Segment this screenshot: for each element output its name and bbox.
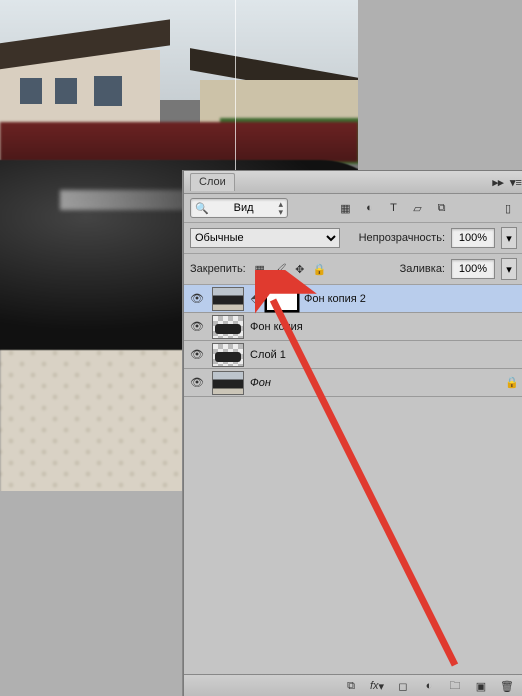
chevron-updown-icon: ▴▾ [278, 200, 283, 216]
panel-header: Слои ▸▸ ▾≡ [184, 171, 522, 194]
collapse-icon[interactable]: ▸▸ [491, 175, 505, 189]
adjustment-layer-icon[interactable]: ◐ [421, 678, 437, 694]
opacity-label: Непрозрачность: [359, 232, 445, 244]
layer-thumbnail[interactable] [212, 287, 244, 311]
filter-type-icon[interactable]: T [385, 199, 403, 217]
visibility-icon[interactable]: 👁 [188, 348, 206, 361]
layers-list: 👁 ⬘ Фон копия 2 👁 Фон копия 👁 Слой 1 👁 Ф… [184, 285, 522, 397]
layer-row[interactable]: 👁 ⬘ Фон копия 2 [184, 285, 522, 313]
blend-mode-select[interactable]: Обычные [190, 228, 340, 248]
fill-value[interactable]: 100% [451, 259, 495, 279]
new-group-icon[interactable]: 🗀 [447, 678, 463, 694]
fx-icon[interactable]: fx▾ [369, 678, 385, 694]
layer-filter-row: 🔍 Вид ▴▾ ▦ ◐ T ▱ ⧉ ▯ [184, 194, 522, 223]
new-layer-icon[interactable]: ▣ [473, 678, 489, 694]
search-icon: 🔍 [195, 202, 209, 215]
visibility-icon[interactable]: 👁 [188, 376, 206, 389]
lock-pixels-icon[interactable]: 🖌 [272, 261, 288, 277]
layer-thumbnail[interactable] [212, 315, 244, 339]
layer-thumbnail[interactable] [212, 343, 244, 367]
lock-transparency-icon[interactable]: ▦ [252, 261, 268, 277]
lock-all-icon[interactable]: 🔒 [312, 261, 328, 277]
lock-position-icon[interactable]: ✥ [292, 261, 308, 277]
layer-name[interactable]: Фон [250, 377, 271, 389]
layer-name[interactable]: Слой 1 [250, 349, 286, 361]
filter-mode-label: Вид [213, 202, 275, 214]
filter-pixel-icon[interactable]: ▦ [337, 199, 355, 217]
link-icon: ⬘ [250, 291, 260, 307]
fill-label: Заливка: [400, 263, 445, 275]
blend-row: Обычные Непрозрачность: 100% ▾ [184, 223, 522, 254]
opacity-dropdown[interactable]: ▾ [501, 227, 517, 249]
filter-shape-icon[interactable]: ▱ [409, 199, 427, 217]
layer-name[interactable]: Фон копия 2 [304, 293, 366, 305]
lock-label: Закрепить: [190, 263, 246, 275]
panel-tab-layers[interactable]: Слои [190, 173, 235, 191]
layer-row[interactable]: 👁 Фон копия [184, 313, 522, 341]
lock-row: Закрепить: ▦ 🖌 ✥ 🔒 Заливка: 100% ▾ [184, 254, 522, 285]
panel-menu-icon[interactable]: ▾≡ [509, 175, 522, 189]
fill-dropdown[interactable]: ▾ [501, 258, 517, 280]
panel-footer: ⧉ fx▾ ◻ ◐ 🗀 ▣ 🗑 [184, 674, 522, 696]
filter-smart-icon[interactable]: ⧉ [433, 199, 451, 217]
layers-empty-area [184, 397, 522, 674]
layers-panel: Слои ▸▸ ▾≡ 🔍 Вид ▴▾ ▦ ◐ T ▱ ⧉ ▯ Обычные … [183, 170, 522, 696]
layer-row[interactable]: 👁 Слой 1 [184, 341, 522, 369]
add-mask-icon[interactable]: ◻ [395, 678, 411, 694]
delete-layer-icon[interactable]: 🗑 [499, 678, 515, 694]
layer-name[interactable]: Фон копия [250, 321, 303, 333]
layer-row[interactable]: 👁 Фон 🔒 [184, 369, 522, 397]
filter-mode-select[interactable]: 🔍 Вид ▴▾ [190, 198, 288, 218]
layer-mask-thumbnail[interactable] [266, 287, 298, 311]
filter-toggle-switch[interactable]: ▯ [499, 199, 517, 217]
lock-icon: 🔒 [505, 376, 519, 389]
link-layers-icon[interactable]: ⧉ [343, 678, 359, 694]
filter-adjustment-icon[interactable]: ◐ [361, 199, 379, 217]
opacity-value[interactable]: 100% [451, 228, 495, 248]
visibility-icon[interactable]: 👁 [188, 292, 206, 305]
layer-thumbnail[interactable] [212, 371, 244, 395]
visibility-icon[interactable]: 👁 [188, 320, 206, 333]
